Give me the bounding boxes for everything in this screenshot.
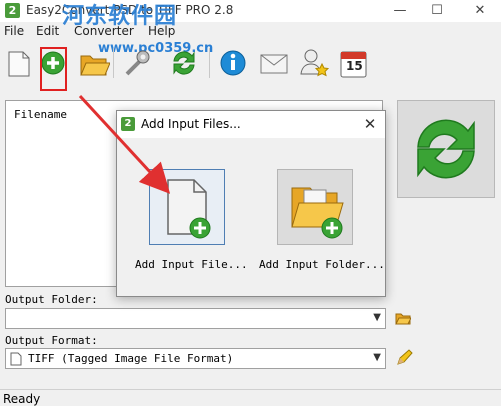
annotation-arrow (78, 94, 171, 194)
